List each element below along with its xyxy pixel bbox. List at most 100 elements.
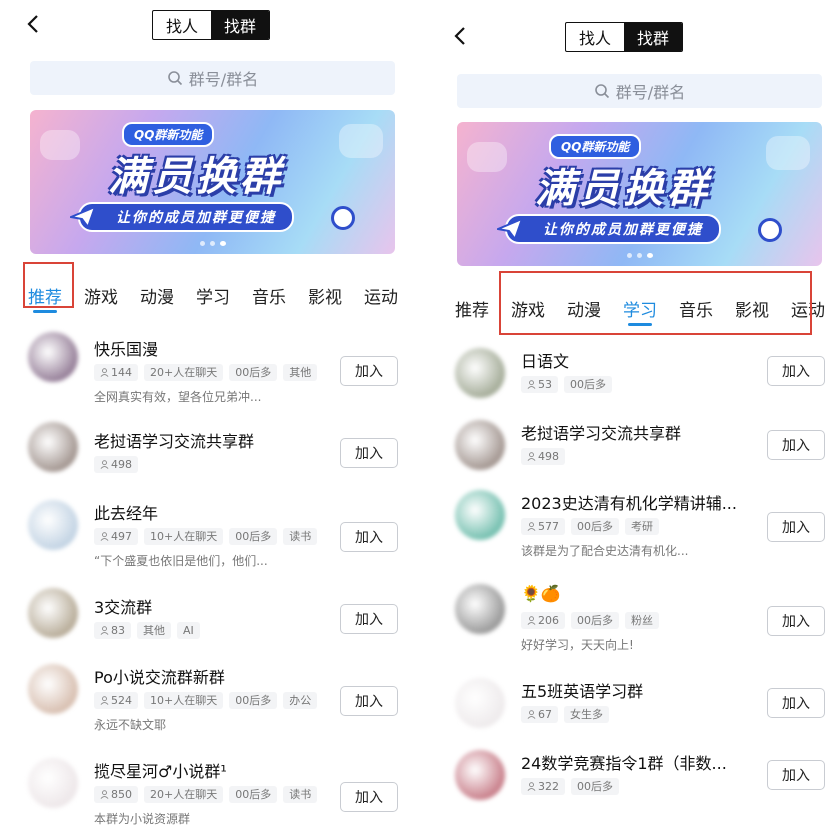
group-name: 老挝语学习交流共享群 (521, 424, 682, 443)
find-toggle: 找人 找群 (152, 10, 270, 40)
group-tag: 20+人在聊天 (144, 786, 224, 803)
right-screenshot: 找人 找群 群号/群名 QQ群新功能 满员换群 让你的成员加群更便捷 推荐 游戏动… (427, 0, 839, 834)
join-button[interactable]: 加入 (767, 430, 825, 460)
group-list-item[interactable]: 24数学竞赛指令1群（非数... 322 00后多 加入 (451, 750, 825, 820)
promo-banner[interactable]: QQ群新功能 满员换群 让你的成员加群更便捷 (30, 110, 395, 254)
group-tag: 850 (94, 786, 138, 803)
group-list-item[interactable]: 老挝语学习交流共享群 498 加入 (451, 420, 825, 490)
group-list-item[interactable]: 快乐国漫 144 20+人在聊天 00后多 其他 全网真实有效，望各位兄弟冲... 加入 (24, 332, 398, 406)
search-input[interactable]: 群号/群名 (30, 61, 395, 95)
group-tag: 53 (521, 376, 558, 393)
search-icon (167, 71, 182, 86)
find-groups-tab[interactable]: 找群 (211, 11, 269, 39)
group-avatar (28, 664, 78, 714)
group-list-item[interactable]: 五5班英语学习群 67 女生多 加入 (451, 678, 825, 748)
group-tag: 女生多 (564, 706, 609, 723)
group-list-item[interactable]: Po小说交流群新群 524 10+人在聊天 00后多 办公 永远不缺文耶 加入 (24, 664, 398, 734)
group-tag: 00后多 (229, 692, 278, 709)
group-tag: 10+人在聊天 (144, 692, 224, 709)
group-meta: 322 00后多 (521, 778, 619, 795)
join-button[interactable]: 加入 (767, 760, 825, 790)
join-button[interactable]: 加入 (340, 522, 398, 552)
category-tabs: 推荐 游戏 动漫 学习 音乐 影视 运动 (24, 275, 402, 315)
group-tag: 524 (94, 692, 138, 709)
group-list-item[interactable]: 揽尽星河♂小说群¹ 850 20+人在聊天 00后多 读书 本群为小说资源群 加入 (24, 758, 398, 828)
category-tab[interactable]: 游戏 (80, 275, 122, 315)
carousel-dots (626, 253, 653, 258)
group-tag: 00后多 (229, 364, 278, 381)
join-button[interactable]: 加入 (767, 688, 825, 718)
group-list-item[interactable]: 老挝语学习交流共享群 498 加入 (24, 422, 398, 498)
join-button[interactable]: 加入 (767, 606, 825, 636)
group-description: 好好学习，天天向上! (521, 638, 634, 652)
group-avatar (455, 348, 505, 398)
group-tag: 其他 (137, 622, 171, 639)
group-tag: 498 (521, 448, 565, 465)
group-list-item[interactable]: 🌻🍊 206 00后多 粉丝 好好学习，天天向上! 加入 (451, 584, 825, 654)
group-tag: 83 (94, 622, 131, 639)
group-meta: 498 (521, 448, 565, 465)
find-people-tab[interactable]: 找人 (153, 11, 211, 39)
join-button[interactable]: 加入 (340, 686, 398, 716)
refresh-icon (758, 218, 782, 242)
group-list-item[interactable]: 2023史达清有机化学精讲辅... 577 00后多 考研 该群是为了配合史达清有机化… (451, 490, 825, 560)
group-name: 24数学竞赛指令1群（非数... (521, 754, 727, 773)
paper-plane-icon (497, 218, 523, 240)
group-tag: 20+人在聊天 (144, 364, 224, 381)
group-name: Po小说交流群新群 (94, 668, 225, 687)
group-avatar (455, 584, 505, 634)
group-meta: 53 00后多 (521, 376, 612, 393)
banner-headline: 满员换群 (108, 154, 284, 200)
category-tab[interactable]: 动漫 (136, 275, 178, 315)
category-tab[interactable]: 推荐 (451, 288, 493, 328)
group-tag: 206 (521, 612, 565, 629)
group-avatar (455, 490, 505, 540)
group-avatar (28, 588, 78, 638)
category-tab[interactable]: 音乐 (248, 275, 290, 315)
search-icon (594, 84, 609, 99)
group-tag: 577 (521, 518, 565, 535)
group-list-item[interactable]: 日语文 53 00后多 加入 (451, 348, 825, 418)
search-input[interactable]: 群号/群名 (457, 74, 822, 108)
group-list-item[interactable]: 3交流群 83 其他 AI 加入 (24, 588, 398, 664)
category-tab[interactable]: 影视 (304, 275, 346, 315)
group-avatar (455, 678, 505, 728)
join-button[interactable]: 加入 (340, 782, 398, 812)
promo-banner[interactable]: QQ群新功能 满员换群 让你的成员加群更便捷 (457, 122, 822, 266)
join-button[interactable]: 加入 (767, 356, 825, 386)
category-tab[interactable]: 运动 (360, 275, 402, 315)
find-groups-tab[interactable]: 找群 (624, 23, 682, 51)
find-people-tab[interactable]: 找人 (566, 23, 624, 51)
group-tag: 10+人在聊天 (144, 528, 224, 545)
join-button[interactable]: 加入 (340, 356, 398, 386)
group-meta: 83 其他 AI (94, 622, 200, 639)
group-tag: 00后多 (564, 376, 612, 393)
group-name: 揽尽星河♂小说群¹ (94, 762, 227, 781)
group-tag: 考研 (625, 518, 659, 535)
back-arrow-icon[interactable] (22, 12, 46, 36)
banner-decoration (467, 142, 507, 172)
group-list-item[interactable]: 此去经年 497 10+人在聊天 00后多 读书 “下个盛夏也依旧是他们，他们... 加入 (24, 500, 398, 570)
carousel-dots (199, 241, 226, 246)
paper-plane-icon (70, 206, 96, 228)
group-tag: 497 (94, 528, 138, 545)
back-arrow-icon[interactable] (449, 24, 473, 48)
group-meta: 144 20+人在聊天 00后多 其他 (94, 364, 318, 381)
group-tag: 00后多 (229, 786, 278, 803)
group-meta: 577 00后多 考研 (521, 518, 659, 535)
banner-subline: 让你的成员加群更便捷 (505, 214, 721, 244)
category-tab[interactable]: 学习 (192, 275, 234, 315)
left-screenshot: 找人 找群 群号/群名 QQ群新功能 满员换群 让你的成员加群更便捷 推荐 游戏动… (0, 0, 412, 834)
join-button[interactable]: 加入 (340, 438, 398, 468)
group-tag: 00后多 (571, 612, 619, 629)
join-button[interactable]: 加入 (767, 512, 825, 542)
group-avatar (28, 332, 78, 382)
join-button[interactable]: 加入 (340, 604, 398, 634)
group-description: 本群为小说资源群 (94, 812, 191, 826)
group-avatar (28, 422, 78, 472)
group-tag: 办公 (283, 692, 318, 709)
group-tag: 00后多 (571, 778, 619, 795)
highlight-box (499, 271, 812, 335)
group-meta: 206 00后多 粉丝 (521, 612, 659, 629)
group-name: 🌻🍊 (521, 584, 561, 603)
